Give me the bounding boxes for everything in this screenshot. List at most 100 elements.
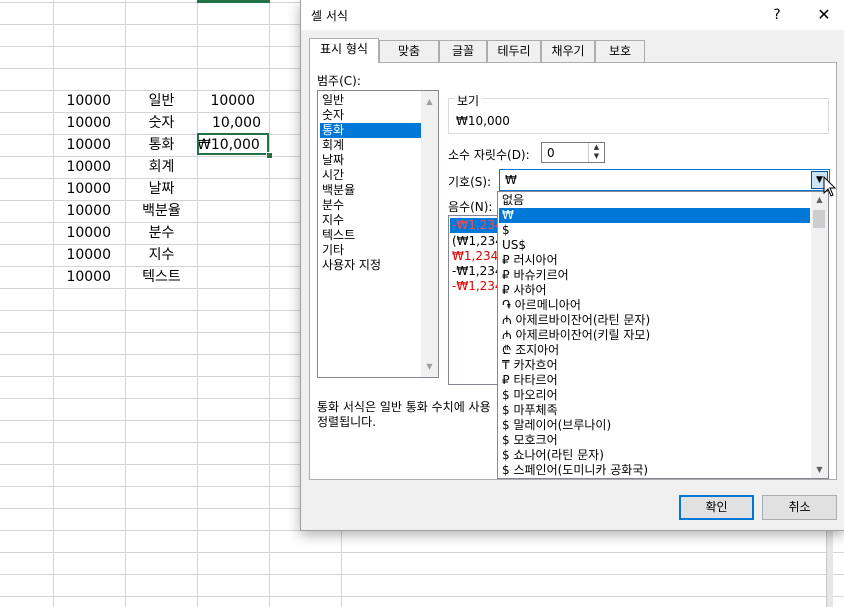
symbol-option[interactable]: $ 말레이어(브루나이) xyxy=(499,418,810,433)
cell-b9[interactable]: 텍스트 xyxy=(126,267,197,288)
grid-row-line xyxy=(0,552,844,553)
tab-protection[interactable]: 보호 xyxy=(595,40,645,62)
symbol-option[interactable]: ₼ 아제르바이잔어(라틴 문자) xyxy=(499,313,810,328)
category-item[interactable]: 지수 xyxy=(320,213,423,228)
symbol-option[interactable]: $ xyxy=(499,223,810,238)
tab-font[interactable]: 글꼴 xyxy=(439,40,487,62)
dropdown-scrollbar[interactable]: ▲ ▼ xyxy=(811,192,828,478)
grid-column-line xyxy=(53,0,54,607)
symbol-option[interactable]: ₸ 카자흐어 xyxy=(499,358,810,373)
category-item[interactable]: 백분율 xyxy=(320,183,423,198)
symbol-option[interactable]: $ 마푸체족 xyxy=(499,403,810,418)
format-description: 통화 서식은 일반 통화 수치에 사용 정렬됩니다. xyxy=(317,400,507,430)
category-item[interactable]: 분수 xyxy=(320,198,423,213)
category-item[interactable]: 날짜 xyxy=(320,153,423,168)
symbol-option[interactable]: ₽ 타타르어 xyxy=(499,373,810,388)
symbol-option[interactable]: ₽ 러시아어 xyxy=(499,253,810,268)
grid-row-line xyxy=(0,596,844,597)
cell-b7[interactable]: 분수 xyxy=(126,223,197,244)
cell-b2[interactable]: 숫자 xyxy=(126,113,197,134)
category-item[interactable]: 숫자 xyxy=(320,108,423,123)
cell-a6[interactable]: 10000 xyxy=(55,201,111,222)
fill-handle[interactable] xyxy=(266,152,273,159)
decimal-places-label: 소수 자릿수(D): xyxy=(448,148,530,162)
category-item[interactable]: 사용자 지정 xyxy=(320,258,423,273)
ok-button[interactable]: 확인 xyxy=(679,495,754,520)
cancel-button[interactable]: 취소 xyxy=(762,495,837,520)
cell-c1[interactable]: 10000 xyxy=(197,91,255,112)
cell-c2[interactable]: 10,000 xyxy=(197,113,261,134)
symbol-option[interactable]: $ 쇼나어(라틴 문자) xyxy=(499,448,810,463)
close-button[interactable]: ✕ xyxy=(811,2,837,28)
help-button[interactable]: ? xyxy=(767,2,787,28)
category-list[interactable]: 일반 숫자 통화 회계 날짜 시간 백분율 분수 지수 텍스트 기타 사용자 지… xyxy=(317,90,439,378)
cell-a9[interactable]: 10000 xyxy=(55,267,111,288)
tab-number[interactable]: 표시 형식 xyxy=(309,38,379,63)
cell-a1[interactable]: 10000 xyxy=(55,91,111,112)
spin-up-icon[interactable]: ▲ xyxy=(589,143,604,152)
symbol-option[interactable]: $ 마오리어 xyxy=(499,388,810,403)
cell-b6[interactable]: 백분율 xyxy=(126,201,197,222)
negative-item[interactable]: -₩1,234 xyxy=(452,279,503,294)
negative-item-selected[interactable]: -₩1,234 xyxy=(452,218,503,233)
tab-fill[interactable]: 채우기 xyxy=(541,40,595,62)
symbol-select-value: ₩ xyxy=(505,173,517,187)
cell-b1[interactable]: 일반 xyxy=(126,91,197,112)
symbol-dropdown-list[interactable]: 없음 ₩ $ US$ ₽ 러시아어 ₽ 바슈키르어 ₽ 사하어 ֏ 아르메니아어… xyxy=(497,191,829,479)
cell-b8[interactable]: 지수 xyxy=(126,245,197,266)
category-scrollbar[interactable]: ▲ ▼ xyxy=(421,91,438,377)
category-item-selected[interactable]: 통화 xyxy=(320,123,423,138)
cell-b4[interactable]: 회계 xyxy=(126,157,197,178)
category-item[interactable]: 회계 xyxy=(320,138,423,153)
dialog-title: 셀 서식 xyxy=(311,9,348,23)
category-item[interactable]: 기타 xyxy=(320,243,423,258)
sample-label: 보기 xyxy=(455,92,482,109)
symbol-label: 기호(S): xyxy=(448,175,492,189)
dialog-titlebar[interactable]: 셀 서식 ? ✕ xyxy=(301,0,844,30)
cell-b5[interactable]: 날짜 xyxy=(126,179,197,200)
sample-box: ₩10,000 xyxy=(448,98,829,134)
cell-a2[interactable]: 10000 xyxy=(55,113,111,134)
scroll-down-icon[interactable]: ▼ xyxy=(811,462,828,478)
scroll-down-icon[interactable]: ▼ xyxy=(421,358,438,375)
category-item[interactable]: 일반 xyxy=(320,93,423,108)
negative-item[interactable]: ₩1,234 xyxy=(452,249,498,264)
cell-a7[interactable]: 10000 xyxy=(55,223,111,244)
grid-row-line xyxy=(0,574,844,575)
cell-a8[interactable]: 10000 xyxy=(55,245,111,266)
symbol-option[interactable]: ֏ 아르메니아어 xyxy=(499,298,810,313)
symbol-option[interactable]: 없음 xyxy=(499,193,810,208)
spin-down-icon[interactable]: ▼ xyxy=(589,152,604,161)
symbol-option[interactable]: ₽ 바슈키르어 xyxy=(499,268,810,283)
mouse-cursor-icon xyxy=(823,176,837,197)
description-line: 정렬됩니다. xyxy=(317,415,377,429)
symbol-option[interactable]: ₼ 아제르바이잔어(키릴 자모) xyxy=(499,328,810,343)
category-item[interactable]: 시간 xyxy=(320,168,423,183)
decimal-spinner[interactable]: ▲ ▼ xyxy=(588,143,604,162)
negative-numbers-label: 음수(N): xyxy=(448,200,493,214)
category-item[interactable]: 텍스트 xyxy=(320,228,423,243)
sheet-scrollbar[interactable] xyxy=(826,530,833,607)
cell-b3[interactable]: 통화 xyxy=(126,135,197,156)
symbol-option-selected[interactable]: ₩ xyxy=(499,208,810,223)
symbol-option[interactable]: US$ xyxy=(499,238,810,253)
symbol-option[interactable]: ₾ 조지아어 xyxy=(499,343,810,358)
decimal-places-input[interactable]: 0 ▲ ▼ xyxy=(541,142,605,163)
symbol-option[interactable]: ₽ 사하어 xyxy=(499,283,810,298)
scroll-thumb[interactable] xyxy=(813,210,825,228)
decimal-places-value: 0 xyxy=(547,146,555,160)
symbol-option[interactable]: $ 모호크어 xyxy=(499,433,810,448)
cell-a4[interactable]: 10000 xyxy=(55,157,111,178)
grid-column-line xyxy=(269,0,270,607)
description-line: 통화 서식은 일반 통화 수치에 사용 xyxy=(317,400,491,414)
negative-item[interactable]: -₩1,234 xyxy=(452,264,503,279)
symbol-select[interactable]: ₩ ▼ xyxy=(499,169,830,191)
sample-value: ₩10,000 xyxy=(456,114,510,128)
tab-border[interactable]: 테두리 xyxy=(487,40,541,62)
scroll-up-icon[interactable]: ▲ xyxy=(421,93,438,110)
selected-column-indicator xyxy=(197,0,270,3)
symbol-option[interactable]: $ 스페인어(도미니카 공화국) xyxy=(499,463,810,478)
cell-a5[interactable]: 10000 xyxy=(55,179,111,200)
tab-alignment[interactable]: 맞춤 xyxy=(379,40,439,62)
cell-a3[interactable]: 10000 xyxy=(55,135,111,156)
